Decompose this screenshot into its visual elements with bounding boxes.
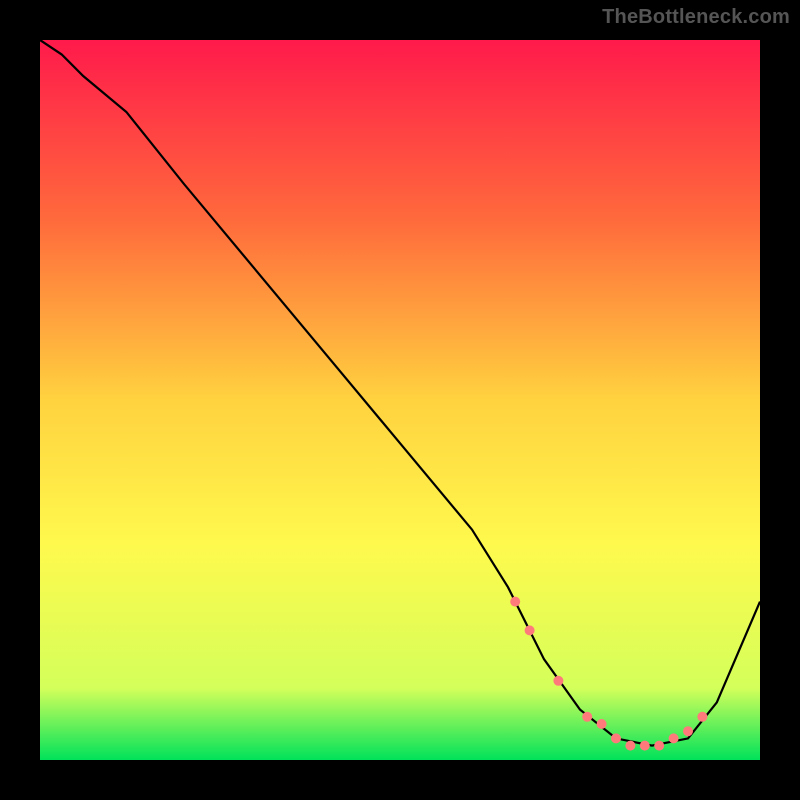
marker-point — [510, 597, 520, 607]
marker-point — [640, 741, 650, 751]
marker-point — [669, 733, 679, 743]
plot-area — [40, 40, 760, 760]
marker-point — [625, 741, 635, 751]
marker-point — [582, 712, 592, 722]
marker-point — [553, 676, 563, 686]
marker-point — [654, 741, 664, 751]
marker-point — [525, 625, 535, 635]
watermark-text: TheBottleneck.com — [602, 6, 790, 29]
marker-point — [697, 712, 707, 722]
marker-point — [683, 726, 693, 736]
marker-point — [597, 719, 607, 729]
chart-container: TheBottleneck.com — [0, 0, 800, 800]
marker-point — [611, 733, 621, 743]
gradient-background — [40, 40, 760, 760]
chart-svg — [40, 40, 760, 760]
